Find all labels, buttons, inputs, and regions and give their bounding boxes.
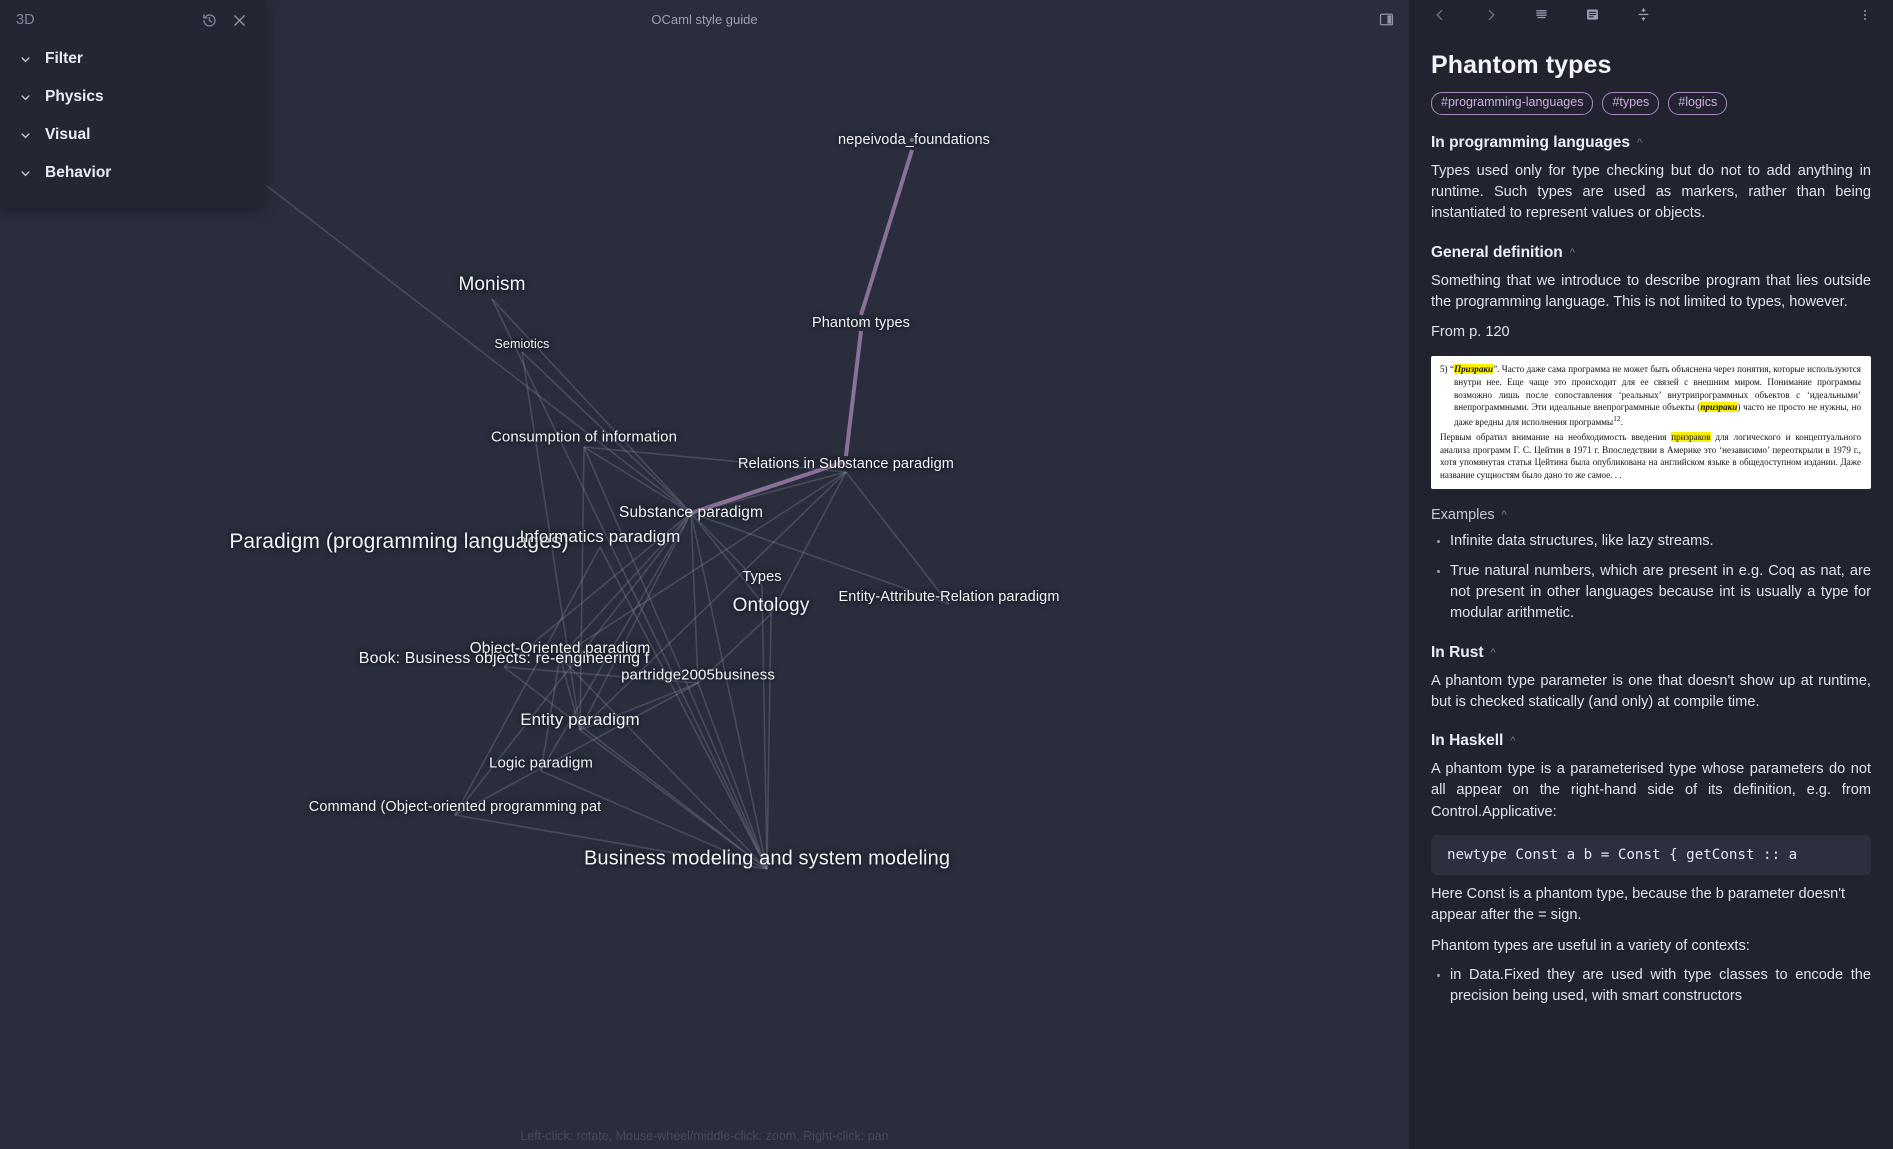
- graph-node-label[interactable]: Command (Object-oriented programming pat: [309, 799, 602, 815]
- section-title: Examples: [1431, 507, 1495, 524]
- section-header-examples: Examples ^: [1431, 507, 1871, 523]
- collapse-caret-icon[interactable]: ^: [1491, 647, 1496, 659]
- graph-node-label[interactable]: Book: Business objects: re-engineering f: [359, 650, 649, 668]
- note-content: Phantom types #programming-languages #ty…: [1409, 29, 1893, 1149]
- graph-node-label[interactable]: Paradigm (programming languages): [229, 530, 568, 554]
- source-reference: From p. 120: [1431, 324, 1510, 341]
- chevron-down-icon: [14, 167, 36, 180]
- scanned-page-image: 5) “Призраки”. Часто даже сама программа…: [1431, 356, 1871, 490]
- collapse-caret-icon[interactable]: ^: [1510, 735, 1515, 747]
- chevron-down-icon: [14, 129, 36, 142]
- graph-node-label[interactable]: nepeivoda_foundations: [838, 132, 990, 148]
- list-item: Infinite data structures, like lazy stre…: [1450, 531, 1871, 552]
- accordion-filter-label: Filter: [45, 50, 83, 67]
- graph-node-label[interactable]: Consumption of information: [491, 429, 677, 446]
- more-options-button[interactable]: [1848, 3, 1881, 27]
- tag-list: #programming-languages #types #logics: [1431, 92, 1871, 115]
- note-view-button[interactable]: [1576, 3, 1609, 27]
- list-item: in Data.Fixed they are used with type cl…: [1450, 965, 1871, 1008]
- close-icon[interactable]: [227, 8, 251, 32]
- graph-node-label[interactable]: Logic paradigm: [489, 755, 593, 772]
- section-title: In programming languages: [1431, 133, 1630, 151]
- graph-node-label[interactable]: Entity paradigm: [520, 710, 640, 730]
- note-panel: Phantom types #programming-languages #ty…: [1409, 0, 1893, 1149]
- graph-node-label[interactable]: Ontology: [733, 595, 810, 617]
- reading-mode-button[interactable]: [1525, 3, 1558, 27]
- examples-list: Infinite data structures, like lazy stre…: [1431, 531, 1871, 624]
- accordion-physics-label: Physics: [45, 88, 104, 105]
- accordion-visual[interactable]: Visual: [0, 116, 265, 154]
- section-body: A phantom type is a parameterised type w…: [1431, 761, 1871, 820]
- chevron-down-icon: [14, 53, 36, 66]
- scan-paragraph-1: 5) “Призраки”. Часто даже сама программа…: [1440, 364, 1861, 427]
- tag-logics[interactable]: #logics: [1668, 92, 1728, 115]
- page-title: Phantom types: [1431, 51, 1612, 79]
- panel-3d-header: 3D: [0, 0, 265, 40]
- graph-node-label[interactable]: Semiotics: [494, 337, 549, 351]
- graph-node-label[interactable]: Relations in Substance paradigm: [738, 456, 954, 472]
- collapse-caret-icon[interactable]: ^: [1637, 137, 1642, 149]
- scan-paragraph-2: Первым обратил внимание на необходимость…: [1440, 432, 1861, 480]
- chevron-down-icon: [14, 91, 36, 104]
- accordion-filter[interactable]: Filter: [0, 40, 265, 78]
- split-view-button[interactable]: [1627, 3, 1660, 27]
- graph-node-label[interactable]: Informatics paradigm: [520, 527, 681, 547]
- section-body: Something that we introduce to describe …: [1431, 272, 1871, 310]
- tag-programming-languages[interactable]: #programming-languages: [1431, 92, 1594, 115]
- nav-forward-button[interactable]: [1474, 3, 1507, 27]
- code-explanation: Here Const is a phantom type, because th…: [1431, 886, 1846, 924]
- collapse-caret-icon[interactable]: ^: [1570, 247, 1575, 259]
- toggle-sidebar-icon[interactable]: [1373, 6, 1399, 32]
- section-header-in-programming-languages: In programming languages ^: [1431, 134, 1871, 152]
- graph-canvas[interactable]: OCaml style guide nepeivoda_foundations …: [0, 0, 1409, 1149]
- graph-node-label[interactable]: Phantom types: [812, 315, 910, 331]
- graph-node-label[interactable]: Types: [742, 569, 781, 585]
- list-item: True natural numbers, which are present …: [1450, 561, 1871, 625]
- contexts-list: in Data.Fixed they are used with type cl…: [1431, 965, 1871, 1008]
- code-block[interactable]: newtype Const a b = Const { getConst :: …: [1431, 835, 1871, 876]
- accordion-visual-label: Visual: [45, 126, 91, 143]
- section-body: Types used only for type checking but do…: [1431, 162, 1871, 222]
- nav-back-button[interactable]: [1423, 3, 1456, 27]
- panel-3d-title: 3D: [16, 12, 35, 28]
- graph-node-label[interactable]: Business modeling and system modeling: [584, 848, 950, 871]
- section-header-in-rust: In Rust ^: [1431, 644, 1871, 662]
- section-header-general-definition: General definition ^: [1431, 244, 1871, 262]
- section-title: General definition: [1431, 243, 1563, 261]
- section-title: In Rust: [1431, 643, 1484, 661]
- accordion-physics[interactable]: Physics: [0, 78, 265, 116]
- panel-3d: 3D Filter Physics Visual Behavior: [0, 0, 265, 208]
- tag-types[interactable]: #types: [1602, 92, 1660, 115]
- accordion-behavior[interactable]: Behavior: [0, 154, 265, 192]
- graph-node-label[interactable]: Monism: [458, 274, 525, 296]
- section-title: In Haskell: [1431, 732, 1504, 750]
- section-body: A phantom type parameter is one that doe…: [1431, 672, 1871, 710]
- note-toolbar: [1409, 0, 1893, 29]
- accordion-behavior-label: Behavior: [45, 164, 112, 181]
- graph-node-label[interactable]: Entity-Attribute-Relation paradigm: [839, 589, 1060, 605]
- graph-node-label[interactable]: Substance paradigm: [619, 504, 763, 522]
- graph-node-label[interactable]: partridge2005business: [621, 667, 775, 684]
- code-text: newtype Const a b = Const { getConst :: …: [1447, 847, 1798, 864]
- section-header-in-haskell: In Haskell ^: [1431, 732, 1871, 750]
- history-icon[interactable]: [197, 8, 221, 32]
- collapse-caret-icon[interactable]: ^: [1502, 509, 1507, 521]
- contexts-intro: Phantom types are useful in a variety of…: [1431, 937, 1750, 954]
